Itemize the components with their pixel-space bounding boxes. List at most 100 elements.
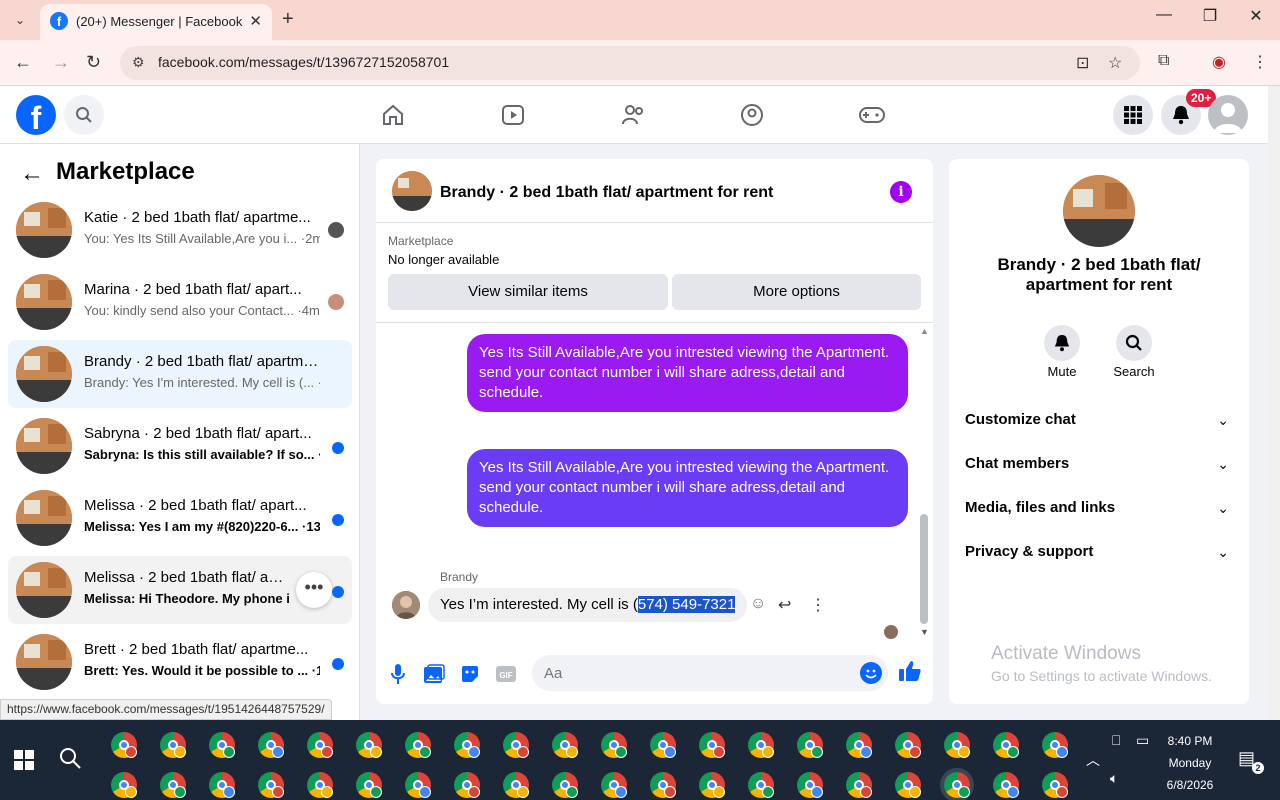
outgoing-message[interactable]: Yes Its Still Available,Are you intreste… <box>467 334 908 412</box>
site-info-icon[interactable]: ⚙ <box>132 54 145 71</box>
mute-bell-icon[interactable] <box>1044 325 1080 361</box>
tab-close-icon[interactable]: ✕ <box>249 12 262 30</box>
back-icon[interactable]: ← <box>14 52 32 73</box>
reply-icon[interactable]: ↩ <box>778 595 791 615</box>
view-similar-items-button[interactable]: View similar items <box>388 274 668 310</box>
react-emoji-icon[interactable]: ☺ <box>750 595 766 613</box>
show-hidden-icons-icon[interactable]: ︿ <box>1086 750 1100 770</box>
info-icon[interactable]: i <box>890 181 912 203</box>
extensions-icon[interactable]: ⧉ <box>1158 52 1169 70</box>
taskbar-browser-icon[interactable] <box>797 772 823 798</box>
chat-avatar[interactable] <box>392 171 432 211</box>
taskbar-browser-icon[interactable] <box>846 772 872 798</box>
taskbar-browser-icon[interactable] <box>405 772 431 798</box>
chat-title[interactable]: Brandy · 2 bed 1bath flat/ apartment for… <box>440 184 773 202</box>
taskbar-browser-icon[interactable] <box>601 772 627 798</box>
conversation-item[interactable]: Brett · 2 bed 1bath flat/ apartme... Bre… <box>8 628 352 696</box>
taskbar-browser-icon[interactable] <box>111 772 137 798</box>
taskbar-browser-icon[interactable] <box>940 768 974 800</box>
gaming-icon[interactable] <box>857 100 887 130</box>
taskbar-browser-icon[interactable] <box>650 772 676 798</box>
restore-icon[interactable]: ❐ <box>1187 6 1233 26</box>
taskbar-search-icon[interactable] <box>58 746 82 776</box>
message-more-icon[interactable]: ⋮ <box>810 595 826 615</box>
conversation-item[interactable]: Sabryna · 2 bed 1bath flat/ apart... Sab… <box>8 412 352 480</box>
account-avatar[interactable] <box>1208 95 1248 135</box>
chat-scrollbar[interactable] <box>920 514 928 624</box>
incoming-message[interactable]: Yes I’m interested. My cell is (574) 549… <box>428 588 748 622</box>
taskbar-browser-icon[interactable] <box>993 732 1019 758</box>
taskbar-browser-icon[interactable] <box>160 732 186 758</box>
taskbar-browser-icon[interactable] <box>846 732 872 758</box>
taskbar-browser-icon[interactable] <box>356 732 382 758</box>
browser-tab[interactable]: f (20+) Messenger | Facebook ✕ <box>40 4 272 40</box>
taskbar-browser-icon[interactable] <box>748 732 774 758</box>
taskbar-browser-icon[interactable] <box>503 772 529 798</box>
taskbar-browser-icon[interactable] <box>356 772 382 798</box>
window-close-icon[interactable]: ✕ <box>1233 6 1279 26</box>
taskbar-browser-icon[interactable] <box>454 772 480 798</box>
taskbar-browser-icon[interactable] <box>601 732 627 758</box>
taskbar-browser-icon[interactable] <box>405 732 431 758</box>
taskbar-browser-icon[interactable] <box>552 772 578 798</box>
forward-icon[interactable]: → <box>52 52 70 73</box>
profile-icon[interactable]: ◉ <box>1212 52 1226 72</box>
taskbar-browser-icon[interactable] <box>209 732 235 758</box>
microphone-icon[interactable] <box>386 662 410 686</box>
taskbar-browser-icon[interactable] <box>1042 732 1068 758</box>
taskbar-browser-icon[interactable] <box>111 732 137 758</box>
reload-icon[interactable]: ↻ <box>86 52 101 73</box>
taskbar-browser-icon[interactable] <box>650 732 676 758</box>
scroll-down-icon[interactable]: ▼ <box>920 627 929 637</box>
scroll-up-icon[interactable]: ▲ <box>920 326 929 336</box>
taskbar-browser-icon[interactable] <box>307 732 333 758</box>
taskbar-browser-icon[interactable] <box>748 772 774 798</box>
new-tab-icon[interactable]: + <box>282 8 294 31</box>
taskbar-browser-icon[interactable] <box>258 772 284 798</box>
details-avatar[interactable] <box>1063 175 1135 247</box>
search-icon[interactable] <box>64 95 104 135</box>
page-scrollbar[interactable] <box>1268 86 1280 720</box>
taskbar-browser-icon[interactable] <box>160 772 186 798</box>
taskbar-browser-icon[interactable] <box>209 772 235 798</box>
sender-avatar[interactable] <box>392 591 420 619</box>
taskbar-browser-icon[interactable] <box>895 772 921 798</box>
friends-icon[interactable] <box>618 100 648 130</box>
back-arrow-icon[interactable]: ← <box>20 160 44 188</box>
home-icon[interactable] <box>378 100 408 130</box>
selected-phone-text[interactable]: 574) 549-7321 <box>637 596 736 613</box>
volume-icon[interactable]: 🔈︎ <box>1110 770 1118 787</box>
emoji-icon[interactable] <box>860 662 882 684</box>
groups-icon[interactable] <box>737 100 767 130</box>
photo-icon[interactable] <box>422 662 446 686</box>
taskbar-browser-icon[interactable] <box>503 732 529 758</box>
sticker-icon[interactable] <box>458 662 482 686</box>
media-files-links-row[interactable]: Media, files and links ⌄ <box>965 486 1233 530</box>
tab-search-dropdown-icon[interactable]: ⌄ <box>8 8 32 32</box>
conversation-item[interactable]: Brandy · 2 bed 1bath flat/ apartme... Br… <box>8 340 352 408</box>
taskbar-browser-icon[interactable] <box>258 732 284 758</box>
taskbar-browser-icon[interactable] <box>552 732 578 758</box>
taskbar-browser-icon[interactable] <box>454 732 480 758</box>
more-options-button[interactable]: More options <box>672 274 921 310</box>
windows-start-icon[interactable] <box>14 750 34 770</box>
gif-icon[interactable]: GIF <box>494 662 518 686</box>
conversation-item[interactable]: Katie · 2 bed 1bath flat/ apartme... You… <box>8 196 352 264</box>
thumbs-up-icon[interactable] <box>898 660 922 688</box>
search-chat-icon[interactable] <box>1116 325 1152 361</box>
facebook-logo-icon[interactable]: f <box>16 95 56 136</box>
install-app-icon[interactable]: ⊡ <box>1076 53 1089 73</box>
taskbar-browser-icon[interactable] <box>895 732 921 758</box>
taskbar-browser-icon[interactable] <box>944 732 970 758</box>
message-input[interactable] <box>544 655 844 691</box>
chat-members-row[interactable]: Chat members ⌄ <box>965 442 1233 486</box>
taskbar-browser-icon[interactable] <box>1042 772 1068 798</box>
customize-chat-row[interactable]: Customize chat ⌄ <box>965 398 1233 442</box>
conversation-item[interactable]: Melissa · 2 bed 1bath flat/ apart... Mel… <box>8 484 352 552</box>
taskbar-browser-icon[interactable] <box>307 772 333 798</box>
menu-grid-icon[interactable] <box>1113 95 1153 135</box>
taskbar-browser-icon[interactable] <box>797 732 823 758</box>
taskbar-clock[interactable]: 8:40 PM Monday 6/8/2026 <box>1160 730 1220 796</box>
outgoing-message[interactable]: Yes Its Still Available,Are you intreste… <box>467 449 908 527</box>
device-icon[interactable]: ⎕ <box>1112 732 1120 749</box>
